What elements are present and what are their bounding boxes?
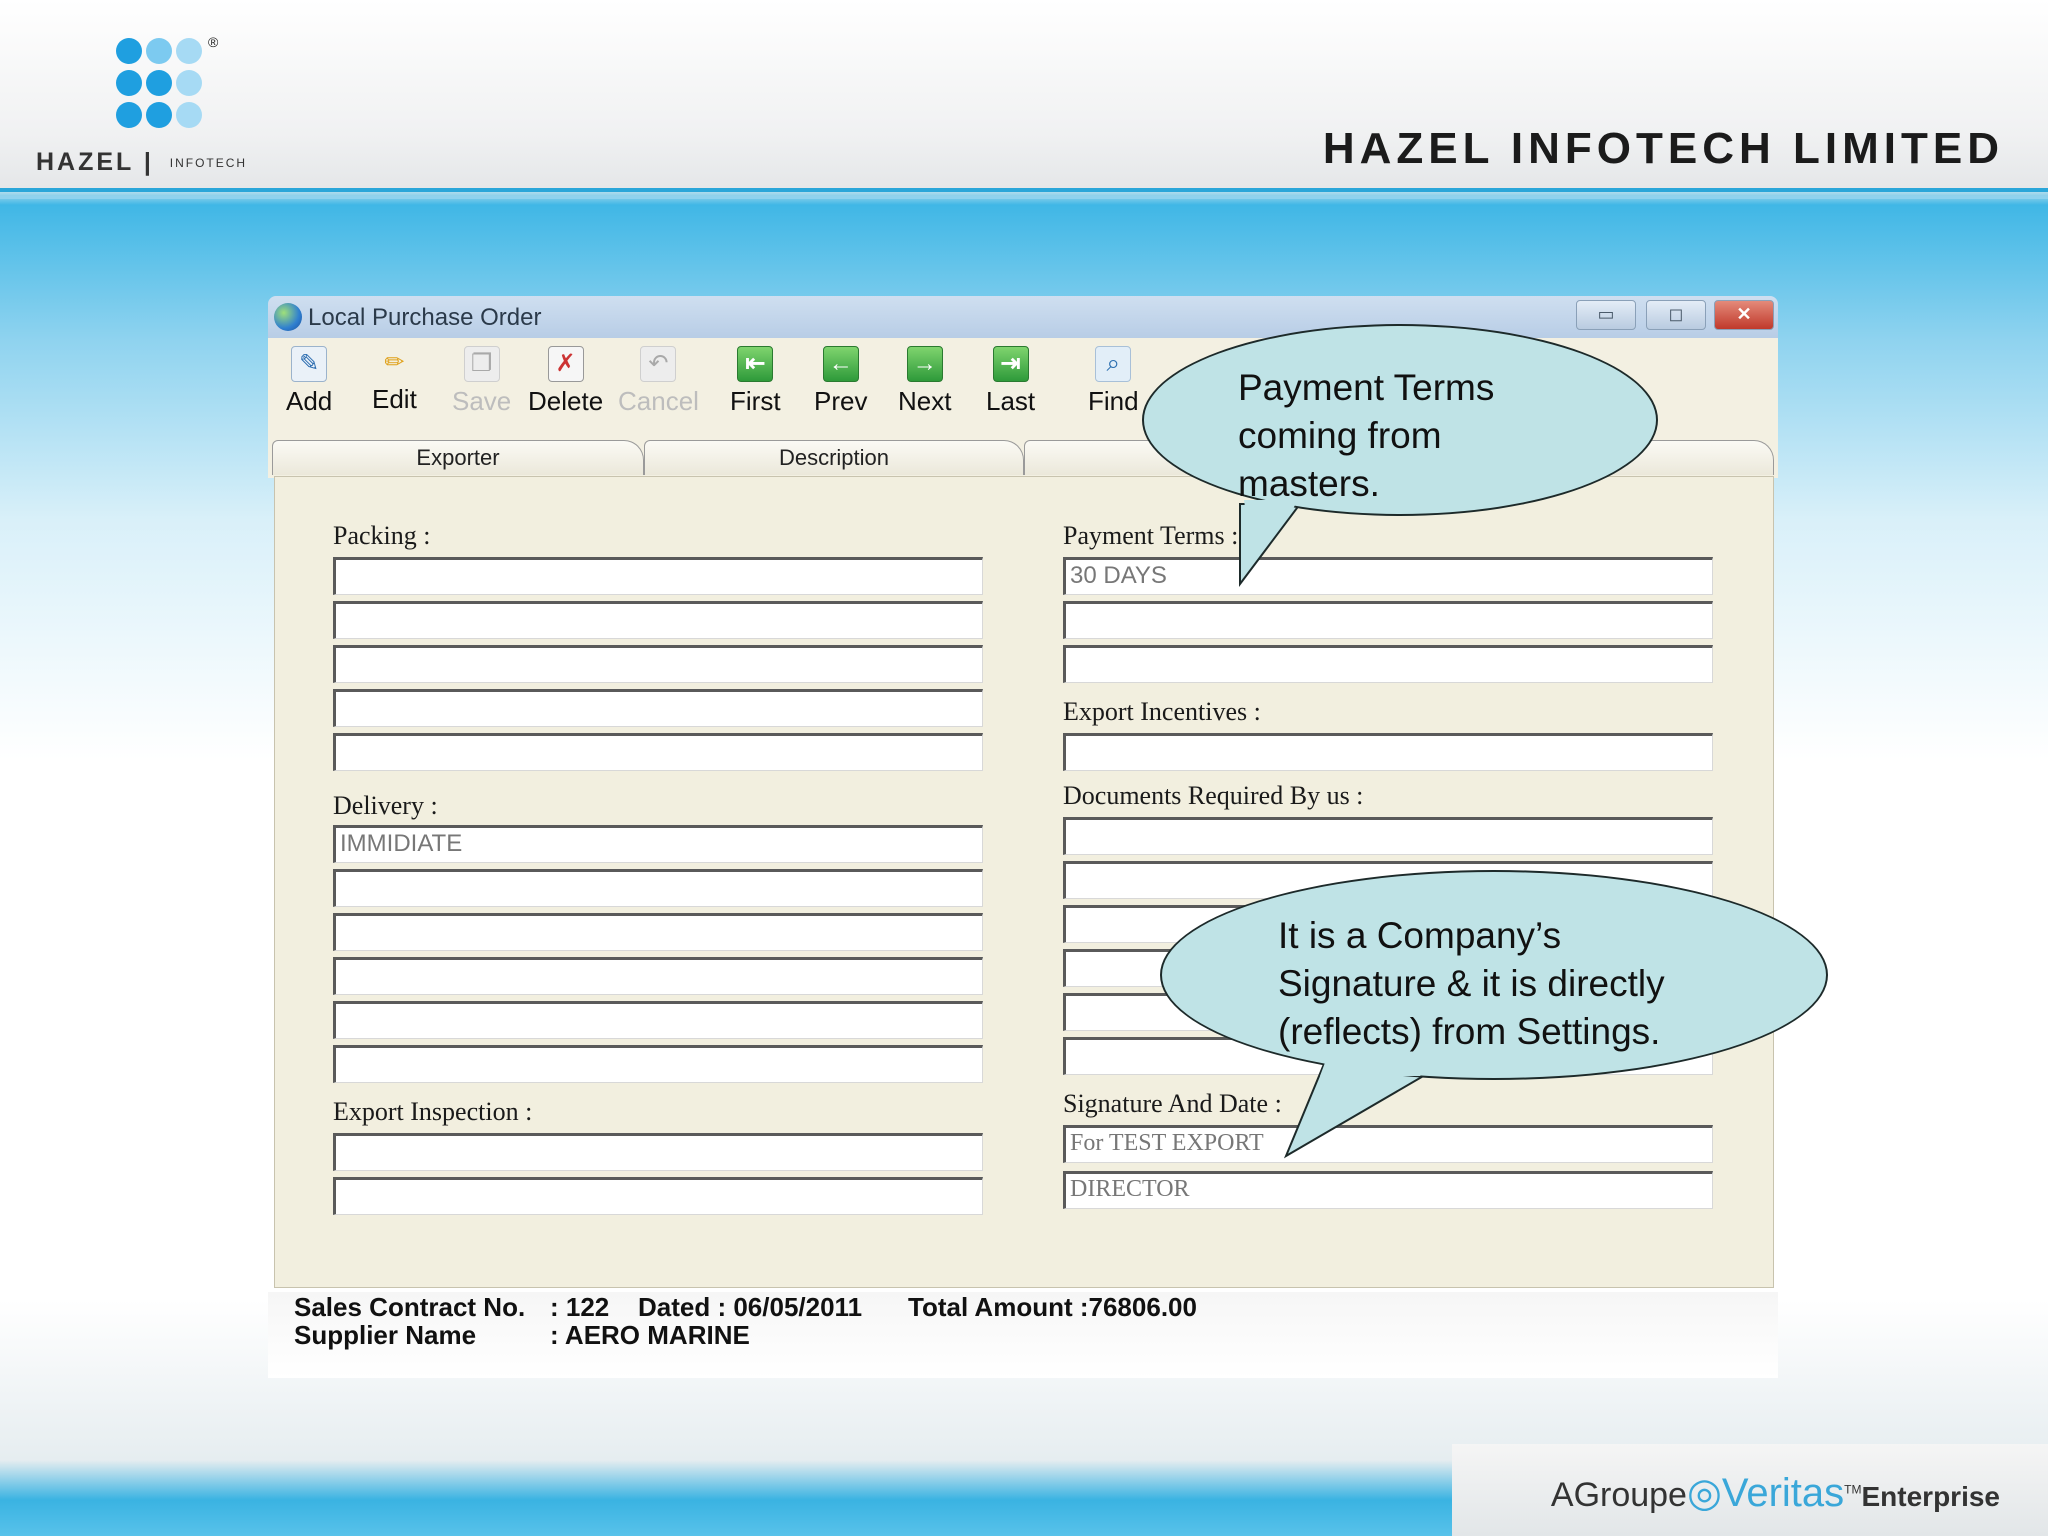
registered-mark-icon: ® (208, 34, 219, 50)
payment-terms-callout-text: Payment Terms coming from masters. (1238, 367, 1495, 504)
groupe-veritas-brand: AGroupe◎VeritasTMEnterprise (1550, 1471, 2000, 1515)
add-button[interactable]: ✎ Add (286, 346, 332, 417)
signature-callout-text: It is a Company’s Signature & it is dire… (1278, 915, 1665, 1052)
logo-dots-icon (116, 34, 256, 144)
delivery-field-1[interactable]: IMMIDIATE (333, 825, 983, 863)
payment-terms-field-2[interactable] (1063, 601, 1713, 639)
delivery-field-2[interactable] (333, 869, 983, 907)
header-divider (0, 188, 2048, 192)
total-amount-value: Total Amount :76806.00 (908, 1292, 1197, 1322)
next-button[interactable]: → Next (898, 346, 951, 417)
company-name: HAZEL INFOTECH LIMITED (1322, 124, 2004, 173)
app-globe-icon (274, 303, 302, 331)
delivery-field-5[interactable] (333, 1001, 983, 1039)
export-incentives-label: Export Incentives : (1063, 697, 1261, 726)
prev-button[interactable]: ← Prev (814, 346, 867, 417)
payment-terms-field-1[interactable]: 30 DAYS (1063, 557, 1713, 595)
documents-field-1[interactable] (1063, 817, 1713, 855)
delete-icon: ✗ (547, 346, 584, 382)
status-row-contract: Sales Contract No. : 122 Dated : 06/05/201… (294, 1292, 1197, 1323)
payment-terms-field-3[interactable] (1063, 645, 1713, 683)
minimize-button[interactable]: ▭ (1576, 300, 1636, 330)
find-icon: ⌕ (1095, 346, 1132, 382)
veritas-swirl-icon: ◎ (1686, 1471, 1722, 1515)
packing-field-1[interactable] (333, 557, 983, 595)
add-icon: ✎ (291, 346, 328, 382)
cancel-button[interactable]: ↶ Cancel (618, 346, 699, 417)
supplier-name-label: Supplier Name (294, 1320, 477, 1350)
close-button[interactable]: ✕ (1714, 300, 1774, 330)
save-button[interactable]: ❐ Save (452, 346, 511, 417)
delivery-label: Delivery : (333, 791, 438, 820)
signature-field-2[interactable]: DIRECTOR (1063, 1171, 1713, 1209)
documents-required-label: Documents Required By us : (1063, 781, 1364, 810)
export-incentives-field[interactable] (1063, 733, 1713, 771)
dated-value: Dated : 06/05/2011 (638, 1292, 863, 1322)
packing-field-5[interactable] (333, 733, 983, 771)
signature-callout-tail-cover (1320, 1060, 1440, 1076)
last-record-icon: ⇥ (992, 346, 1029, 382)
delivery-field-3[interactable] (333, 913, 983, 951)
packing-field-2[interactable] (333, 601, 983, 639)
payment-terms-label: Payment Terms : (1063, 521, 1239, 550)
logo-text: HAZEL | INFOTECH (36, 148, 248, 176)
delivery-field-4[interactable] (333, 957, 983, 995)
find-button[interactable]: ⌕ Find (1088, 346, 1139, 417)
tab-description[interactable]: Description (644, 440, 1024, 475)
export-inspection-field-1[interactable] (333, 1133, 983, 1171)
signature-date-label: Signature And Date : (1063, 1089, 1282, 1118)
supplier-name-value: : AERO MARINE (550, 1320, 750, 1350)
last-button[interactable]: ⇥ Last (986, 346, 1035, 417)
prev-record-icon: ← (822, 346, 859, 382)
packing-field-3[interactable] (333, 645, 983, 683)
save-icon: ❐ (463, 346, 500, 382)
status-row-supplier: Supplier Name : AERO MARINE (294, 1320, 750, 1351)
header-divider-light (0, 196, 2048, 199)
export-inspection-label: Export Inspection : (333, 1097, 533, 1126)
sales-contract-label: Sales Contract No. (294, 1292, 526, 1322)
window-titlebar[interactable]: Local Purchase Order ▭ ◻ ✕ (268, 296, 1778, 338)
delete-button[interactable]: ✗ Delete (528, 346, 603, 417)
sales-contract-value: : 122 (550, 1292, 610, 1322)
pencil-icon: ✏ (384, 349, 405, 376)
status-bar: Sales Contract No. : 122 Dated : 06/05/201… (268, 1292, 1778, 1378)
undo-icon: ↶ (640, 346, 677, 382)
packing-label: Packing : (333, 521, 431, 550)
export-inspection-field-2[interactable] (333, 1177, 983, 1215)
first-button[interactable]: ⇤ First (730, 346, 781, 417)
delivery-field-6[interactable] (333, 1045, 983, 1083)
first-record-icon: ⇤ (737, 346, 774, 382)
hazel-logo: ® HAZEL | INFOTECH (36, 34, 296, 180)
edit-button[interactable]: ✏ Edit (372, 346, 417, 415)
packing-field-4[interactable] (333, 689, 983, 727)
maximize-button[interactable]: ◻ (1646, 300, 1706, 330)
tab-exporter[interactable]: Exporter (272, 440, 644, 475)
next-record-icon: → (906, 346, 943, 382)
window-title: Local Purchase Order (308, 304, 542, 331)
